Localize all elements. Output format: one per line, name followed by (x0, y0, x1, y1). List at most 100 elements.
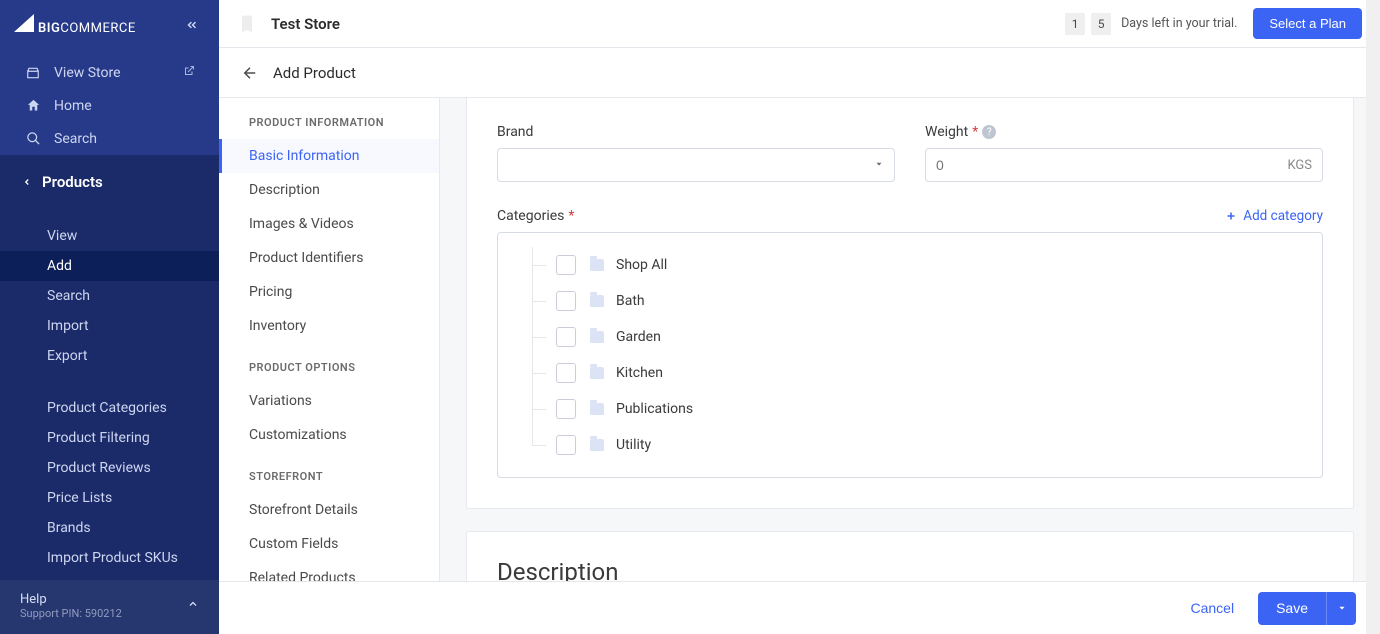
weight-label: Weight (925, 124, 968, 140)
trial-label: Days left in your trial. (1121, 16, 1237, 31)
sect-item-variations[interactable]: Variations (219, 384, 439, 418)
sect-item-images-videos[interactable]: Images & Videos (219, 207, 439, 241)
sect-group-product-options-label: PRODUCT OPTIONS (219, 361, 439, 384)
trial-countdown: 1 5 Days left in your trial. Select a Pl… (1065, 8, 1362, 39)
sect-item-inventory[interactable]: Inventory (219, 309, 439, 343)
category-label: Kitchen (616, 365, 663, 381)
folder-icon (590, 295, 604, 307)
chevron-up-icon (187, 598, 199, 614)
weight-input[interactable] (936, 157, 1287, 173)
basic-info-card: Brand Weight * ? (466, 98, 1354, 509)
brand-select[interactable] (497, 148, 895, 182)
top-bar: Test Store 1 5 Days left in your trial. … (219, 0, 1380, 48)
add-category-label: Add category (1243, 208, 1323, 224)
store-icon (24, 66, 42, 80)
sect-item-pricing[interactable]: Pricing (219, 275, 439, 309)
sidebar-sub-view[interactable]: View (0, 221, 219, 251)
category-item: Bath (518, 283, 1302, 319)
section-nav: PRODUCT INFORMATION Basic Information De… (219, 98, 440, 634)
required-indicator: * (972, 124, 978, 140)
category-item: Garden (518, 319, 1302, 355)
sidebar-collapse-button[interactable] (179, 12, 205, 38)
brand-label: Brand (497, 124, 895, 140)
required-indicator: * (568, 208, 574, 224)
primary-sidebar: BIGCOMMERCE View Store Home Search Produ… (0, 0, 219, 634)
back-button[interactable] (237, 60, 263, 86)
sidebar-sub-import[interactable]: Import (0, 311, 219, 341)
trial-digit-2: 5 (1091, 13, 1111, 35)
sidebar-sub-product-reviews[interactable]: Product Reviews (0, 453, 219, 483)
sidebar-sub-product-filtering[interactable]: Product Filtering (0, 423, 219, 453)
category-item: Utility (518, 427, 1302, 463)
category-label: Shop All (616, 257, 667, 273)
categories-label: Categories (497, 208, 564, 224)
weight-input-wrap[interactable]: KGS (925, 148, 1323, 182)
nav-home-label: Home (54, 98, 92, 114)
sect-group-storefront-label: STOREFRONT (219, 470, 439, 493)
weight-unit: KGS (1287, 158, 1312, 173)
category-checkbox[interactable] (556, 327, 576, 347)
sidebar-section-products[interactable]: Products (0, 155, 219, 209)
folder-icon (590, 331, 604, 343)
plus-icon (1225, 210, 1237, 222)
help-icon[interactable]: ? (982, 125, 996, 139)
category-checkbox[interactable] (556, 363, 576, 383)
sect-item-storefront-details[interactable]: Storefront Details (219, 493, 439, 527)
category-tree: Shop All Bath Garden (497, 232, 1323, 478)
brand-logo-icon (14, 14, 34, 32)
brand-field: Brand (497, 124, 895, 182)
select-plan-button[interactable]: Select a Plan (1253, 8, 1362, 39)
caret-down-icon (1337, 603, 1347, 613)
brand-name-big: BIG (38, 21, 60, 36)
save-button-group: Save (1258, 592, 1356, 625)
sidebar-sub-price-lists[interactable]: Price Lists (0, 483, 219, 513)
save-dropdown-button[interactable] (1326, 592, 1356, 625)
sect-item-description[interactable]: Description (219, 173, 439, 207)
caret-down-icon (874, 157, 884, 173)
add-category-button[interactable]: Add category (1225, 208, 1323, 224)
sidebar-sub-import-skus[interactable]: Import Product SKUs (0, 543, 219, 573)
category-checkbox[interactable] (556, 255, 576, 275)
nav-view-store[interactable]: View Store (0, 56, 219, 89)
chevron-double-left-icon (185, 18, 199, 32)
search-icon (24, 131, 42, 146)
cancel-button[interactable]: Cancel (1180, 592, 1244, 624)
folder-icon (590, 403, 604, 415)
save-button[interactable]: Save (1258, 592, 1326, 625)
nav-search[interactable]: Search (0, 122, 219, 155)
sect-group-product-info-label: PRODUCT INFORMATION (219, 116, 439, 139)
category-item: Shop All (518, 247, 1302, 283)
folder-icon (590, 259, 604, 271)
store-flag-icon (237, 14, 257, 34)
main-region: Test Store 1 5 Days left in your trial. … (219, 0, 1380, 634)
external-link-icon (183, 65, 195, 81)
brand-logo: BIGCOMMERCE (14, 14, 136, 36)
sidebar-sub-product-categories[interactable]: Product Categories (0, 393, 219, 423)
category-checkbox[interactable] (556, 435, 576, 455)
category-item: Publications (518, 391, 1302, 427)
category-label: Utility (616, 437, 651, 453)
sidebar-sub-nav: View Add Search Import Export Product Ca… (0, 209, 219, 580)
sidebar-sub-brands[interactable]: Brands (0, 513, 219, 543)
category-label: Bath (616, 293, 645, 309)
category-checkbox[interactable] (556, 291, 576, 311)
help-title: Help (20, 592, 122, 607)
page-header: Add Product (219, 48, 1380, 98)
sidebar-sub-search[interactable]: Search (0, 281, 219, 311)
form-scroll-area[interactable]: Brand Weight * ? (440, 98, 1380, 634)
sect-item-custom-fields[interactable]: Custom Fields (219, 527, 439, 561)
nav-home[interactable]: Home (0, 89, 219, 122)
window-scrollbar[interactable] (1366, 0, 1380, 634)
primary-nav-top: View Store Home Search (0, 50, 219, 155)
sect-item-basic-info[interactable]: Basic Information (219, 139, 439, 173)
help-pin: Support PIN: 590212 (20, 607, 122, 620)
sect-item-product-identifiers[interactable]: Product Identifiers (219, 241, 439, 275)
sidebar-sub-export[interactable]: Export (0, 341, 219, 371)
sidebar-sub-add[interactable]: Add (0, 251, 219, 281)
sect-item-customizations[interactable]: Customizations (219, 418, 439, 452)
nav-view-store-label: View Store (54, 65, 121, 81)
brand-row: BIGCOMMERCE (0, 0, 219, 50)
brand-name-rest: COMMERCE (60, 21, 135, 36)
help-block[interactable]: Help Support PIN: 590212 (0, 580, 219, 634)
category-checkbox[interactable] (556, 399, 576, 419)
